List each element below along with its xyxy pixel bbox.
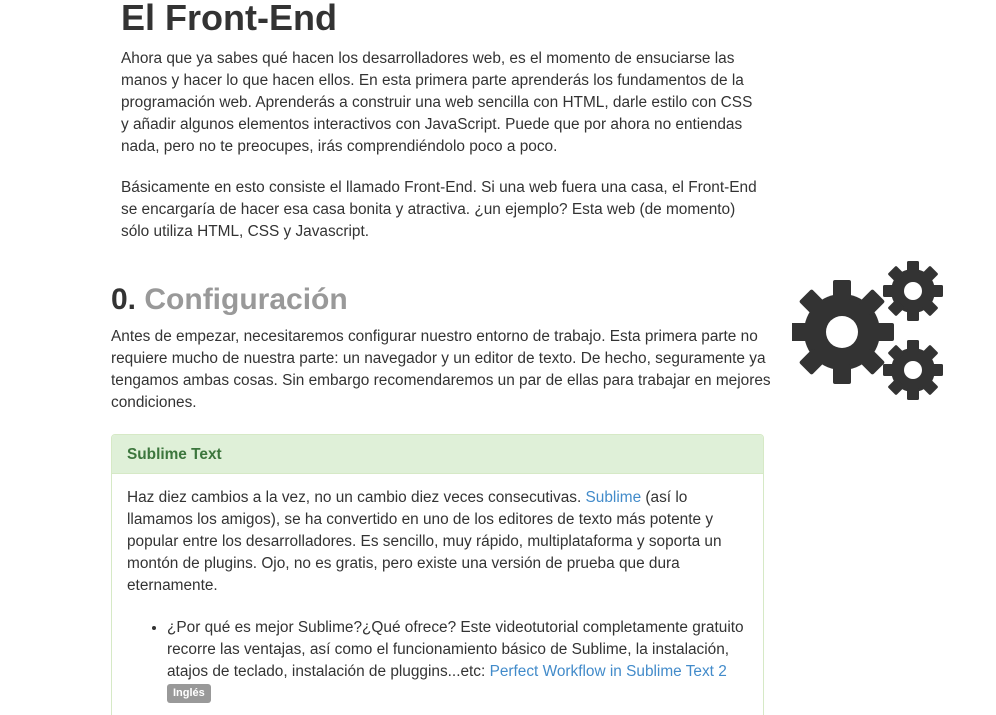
section-name: Configuración (144, 283, 348, 316)
language-badge: Inglés (167, 684, 211, 704)
sublime-link[interactable]: Sublime (586, 489, 642, 506)
list-item: ¿Por qué es mejor Sublime?¿Qué ofrece? E… (167, 617, 749, 705)
panel-paragraph: Haz diez cambios a la vez, no un cambio … (127, 487, 749, 597)
panel-body: Haz diez cambios a la vez, no un cambio … (112, 474, 763, 705)
page-title: El Front-End (121, 0, 337, 38)
section-number: 0. (111, 283, 137, 316)
gears-icon (792, 261, 943, 400)
sublime-text-panel: Sublime Text Haz diez cambios a la vez, … (111, 434, 764, 715)
perfect-workflow-link[interactable]: Perfect Workflow in Sublime Text 2 (490, 663, 727, 680)
intro-paragraph-1: Ahora que ya sabes qué hacen los desarro… (121, 50, 753, 155)
section-title: 0. Configuración (111, 281, 348, 319)
section-paragraph: Antes de empezar, necesitaremos configur… (111, 328, 771, 411)
intro-paragraph-2: Básicamente en esto consiste el llamado … (121, 179, 757, 240)
resource-list: ¿Por qué es mejor Sublime?¿Qué ofrece? E… (127, 617, 748, 705)
panel-text-before: Haz diez cambios a la vez, no un cambio … (127, 489, 586, 506)
panel-heading: Sublime Text (112, 435, 763, 474)
